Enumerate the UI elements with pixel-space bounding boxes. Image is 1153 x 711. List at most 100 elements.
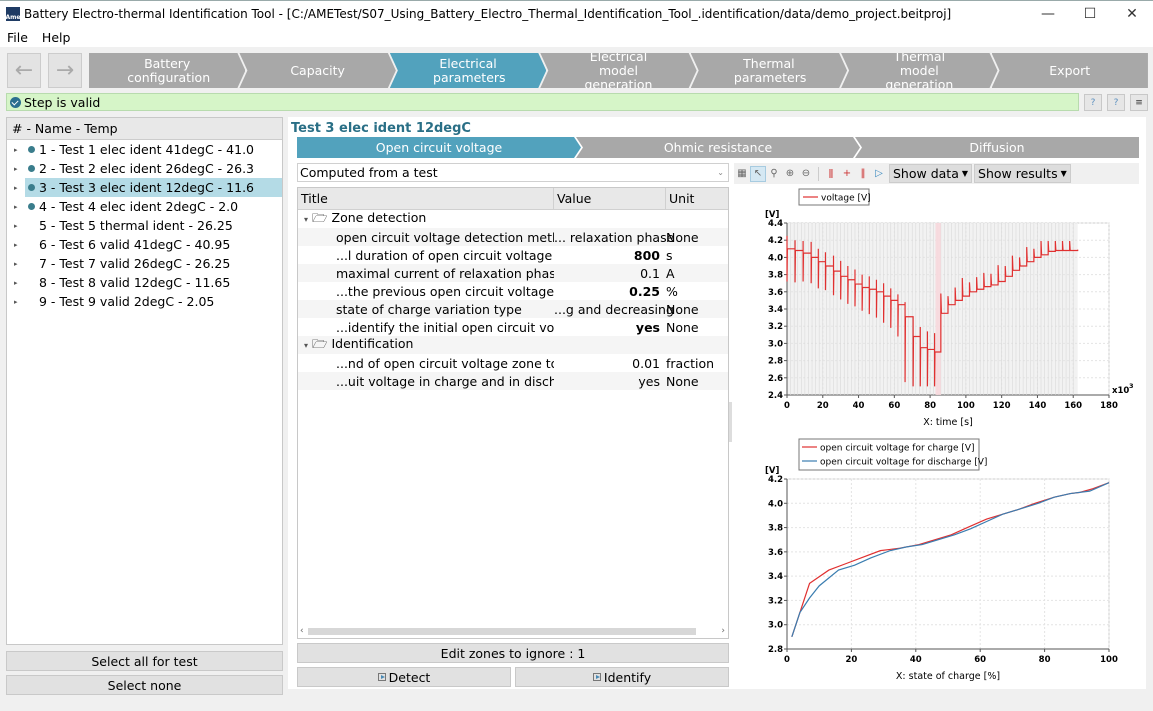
zoom-in-icon[interactable]: ⊕ [782, 166, 798, 182]
substep-open-circuit-voltage[interactable]: Open circuit voltage [297, 137, 581, 158]
test-list-item[interactable]: ▸ 7 - Test 7 valid 26degC - 26.25 [7, 254, 282, 273]
test-list-item[interactable]: ▸ 2 - Test 2 elec ident 26degC - 26.3 [7, 159, 282, 178]
parameter-value[interactable]: yes [554, 374, 664, 389]
parameter-row[interactable]: ...l duration of open circuit voltage zo… [298, 246, 728, 264]
group-row[interactable]: ▾ 🗁 Zone detection [298, 210, 728, 228]
method-select[interactable]: Computed from a test ⌄ [297, 163, 729, 182]
collapse-arrow-icon[interactable]: ▾ [304, 341, 308, 350]
voltage-time-chart[interactable]: 2.4 2.6 2.8 3.0 3.2 3.4 3.6 3.8 4.0 4.2 4.4 0 20 40 60… [734, 185, 1139, 435]
edit-zones-button[interactable]: Edit zones to ignore : 1 [297, 643, 729, 663]
scroll-left-icon[interactable]: ‹ [300, 626, 304, 636]
menu-help[interactable]: Help [35, 30, 78, 45]
test-list-item[interactable]: ▸ 3 - Test 3 elec ident 12degC - 11.6 [7, 178, 282, 197]
show-results-dropdown[interactable]: Show results ▼ [974, 164, 1071, 183]
test-label: 3 - Test 3 elec ident 12degC - 11.6 [39, 180, 255, 195]
scroll-right-icon[interactable]: › [721, 626, 725, 636]
parameter-title: ...the previous open circuit voltage zon… [336, 283, 554, 299]
select-all-button[interactable]: Select all for test [6, 651, 283, 671]
step-thermal-parameters[interactable]: Thermal parameters [691, 53, 847, 88]
test-list-item[interactable]: ▸ 1 - Test 1 elec ident 41degC - 41.0 [7, 140, 282, 159]
ocv-soc-chart[interactable]: 2.8 3.0 3.2 3.4 3.6 3.8 4.0 4.2 0 20 40 60 80 100 [V] X… [734, 435, 1139, 687]
y-tick-label: 3.4 [768, 305, 783, 315]
main-panel: Test 3 elec ident 12degC Open circuit vo… [288, 117, 1146, 689]
page-title: Test 3 elec ident 12degC [291, 121, 471, 136]
expand-arrow-icon[interactable]: ▸ [14, 146, 26, 154]
vertical-cursor-icon[interactable]: ǁ [823, 166, 839, 182]
expand-arrow-icon[interactable]: ▸ [14, 184, 26, 192]
parameter-row[interactable]: ...the previous open circuit voltage zon… [298, 282, 728, 300]
column-unit[interactable]: Unit [666, 188, 728, 209]
y-tick-label: 3.2 [768, 322, 783, 332]
scrollbar-thumb[interactable] [308, 627, 696, 635]
parameter-row[interactable]: ...identify the initial open circuit vol… [298, 318, 728, 336]
expand-arrow-icon[interactable]: ▸ [14, 203, 26, 211]
group-row[interactable]: ▾ 🗁 Identification [298, 336, 728, 354]
step-electrical-parameters[interactable]: Electrical parameters [390, 53, 546, 88]
expand-arrow-icon[interactable]: ▸ [14, 222, 26, 230]
test-label: 8 - Test 8 valid 12degC - 11.65 [39, 275, 231, 290]
parameter-value[interactable]: 800 [554, 248, 664, 263]
zoom-area-icon[interactable]: ⚲ [766, 166, 782, 182]
parameter-value[interactable]: 0.01 [554, 356, 664, 371]
step-battery-configuration[interactable]: Battery configuration [89, 53, 245, 88]
expand-arrow-icon[interactable]: ▸ [14, 165, 26, 173]
step-thermal-model-generation[interactable]: Thermal model generation [841, 53, 997, 88]
context-help-button[interactable]: ? [1107, 94, 1125, 111]
select-none-button[interactable]: Select none [6, 675, 283, 695]
pointer-icon[interactable]: ↖ [750, 165, 766, 182]
horizontal-scrollbar[interactable]: ‹ › [298, 626, 728, 636]
zoom-out-icon[interactable]: ⊖ [798, 166, 814, 182]
close-button[interactable]: ✕ [1111, 1, 1153, 27]
expand-arrow-icon[interactable]: ▸ [14, 260, 26, 268]
test-list-item[interactable]: ▸ 9 - Test 9 valid 2degC - 2.05 [7, 292, 282, 311]
detect-button[interactable]: Detect [297, 667, 511, 687]
log-button[interactable]: ≡ [1130, 94, 1148, 111]
parameter-row[interactable]: maximal current of relaxation phase 0.1 A [298, 264, 728, 282]
legend-label: voltage [V] [821, 194, 871, 204]
parameter-value[interactable]: 0.25 [554, 284, 664, 299]
collapse-arrow-icon[interactable]: ▾ [304, 215, 308, 224]
cross-cursor-icon[interactable]: + [839, 166, 855, 182]
column-title[interactable]: Title [298, 188, 554, 209]
cursor-play-icon[interactable]: ▷ [871, 166, 887, 182]
show-data-dropdown[interactable]: Show data ▼ [889, 164, 973, 183]
splitter-handle[interactable] [729, 402, 732, 442]
test-list-item[interactable]: ▸ 8 - Test 8 valid 12degC - 11.65 [7, 273, 282, 292]
parameter-row[interactable]: ...uit voltage in charge and in discharg… [298, 372, 728, 390]
parameter-title: ...uit voltage in charge and in discharg… [336, 373, 554, 389]
step-electrical-model-generation[interactable]: Electrical model generation [540, 53, 696, 88]
double-cursor-icon[interactable]: ‖ [855, 166, 871, 182]
help-button[interactable]: ? [1084, 94, 1102, 111]
x-tick-label: 140 [1029, 401, 1047, 411]
parameter-row[interactable]: state of charge variation type ...g and d… [298, 300, 728, 318]
forward-button[interactable]: → [48, 53, 82, 88]
y-tick-label: 3.0 [768, 339, 783, 349]
expand-arrow-icon[interactable]: ▸ [14, 298, 26, 306]
parameter-value[interactable]: 0.1 [554, 266, 664, 281]
parameter-value[interactable]: yes [554, 320, 664, 335]
parameter-row[interactable]: ...nd of open circuit voltage zone to us… [298, 354, 728, 372]
test-list-item[interactable]: ▸ 4 - Test 4 elec ident 2degC - 2.0 [7, 197, 282, 216]
identified-marker-icon [28, 203, 35, 210]
maximize-button[interactable]: ☐ [1069, 1, 1111, 27]
back-button[interactable]: ← [7, 53, 41, 88]
parameter-row[interactable]: open circuit voltage detection method...… [298, 228, 728, 246]
menu-file[interactable]: File [0, 30, 35, 45]
minimize-button[interactable]: — [1027, 1, 1069, 27]
step-capacity[interactable]: Capacity [239, 53, 395, 88]
test-list-item[interactable]: ▸ 6 - Test 6 valid 41degC - 40.95 [7, 235, 282, 254]
parameter-value[interactable]: ... relaxation phase [554, 230, 674, 245]
substep-ohmic-resistance[interactable]: Ohmic resistance [576, 137, 860, 158]
x-tick-label: 180 [1100, 401, 1118, 411]
parameter-value[interactable]: ...g and decreasing [554, 302, 674, 317]
table-view-icon[interactable]: ▦ [734, 166, 750, 182]
identify-button[interactable]: Identify [515, 667, 729, 687]
substep-diffusion[interactable]: Diffusion [855, 137, 1139, 158]
expand-arrow-icon[interactable]: ▸ [14, 241, 26, 249]
column-value[interactable]: Value [554, 188, 666, 209]
step-export[interactable]: Export [991, 53, 1148, 88]
table-header: Title Value Unit [298, 188, 728, 210]
expand-arrow-icon[interactable]: ▸ [14, 279, 26, 287]
arrow-left-icon: ← [14, 58, 34, 83]
test-list-item[interactable]: ▸ 5 - Test 5 thermal ident - 26.25 [7, 216, 282, 235]
